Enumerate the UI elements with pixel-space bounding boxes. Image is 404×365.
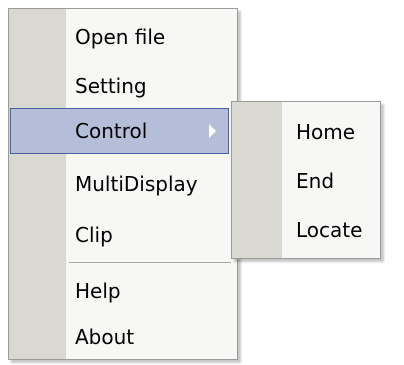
- context-menu: Open file Setting Control MultiDisplay C…: [8, 8, 238, 360]
- submenu-item-locate[interactable]: Locate: [234, 208, 378, 252]
- control-submenu: Home End Locate: [231, 101, 381, 259]
- menu-item-about[interactable]: About: [11, 315, 235, 359]
- submenu-item-label: End: [296, 169, 335, 193]
- submenu-item-label: Locate: [296, 218, 363, 242]
- menu-item-label: Clip: [75, 223, 113, 247]
- menu-item-setting[interactable]: Setting: [11, 64, 235, 108]
- menu-item-control[interactable]: Control: [10, 108, 229, 154]
- menu-item-label: MultiDisplay: [75, 172, 198, 196]
- submenu-item-home[interactable]: Home: [234, 110, 378, 154]
- submenu-item-label: Home: [296, 120, 356, 144]
- menu-item-label: Help: [75, 279, 121, 303]
- screen: Open file Setting Control MultiDisplay C…: [0, 0, 404, 365]
- menu-item-label: About: [75, 325, 135, 349]
- menu-item-multidisplay[interactable]: MultiDisplay: [11, 162, 235, 206]
- submenu-arrow-icon: [209, 124, 216, 138]
- submenu-item-end[interactable]: End: [234, 159, 378, 203]
- menu-item-help[interactable]: Help: [11, 269, 235, 313]
- menu-separator: [69, 262, 231, 263]
- menu-item-label: Control: [75, 119, 148, 143]
- menu-item-open-file[interactable]: Open file: [11, 15, 235, 59]
- menu-item-label: Open file: [75, 25, 166, 49]
- menu-item-label: Setting: [75, 74, 147, 98]
- menu-item-clip[interactable]: Clip: [11, 213, 235, 257]
